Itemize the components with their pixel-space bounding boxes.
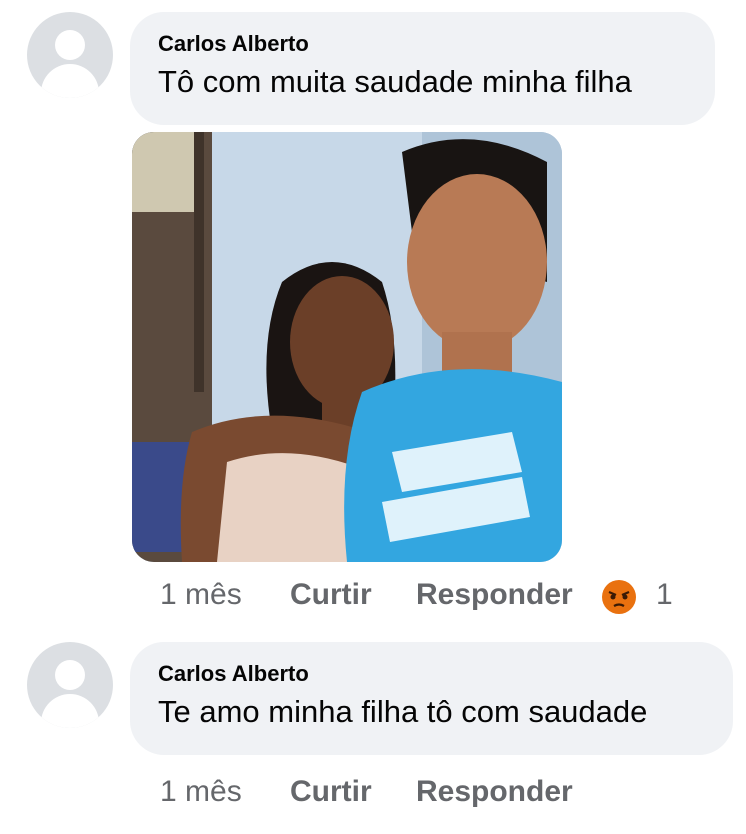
like-button[interactable]: Curtir	[290, 775, 372, 809]
comment-actions: 1 mês Curtir Responder	[160, 775, 720, 815]
comment-text: Tô com muita saudade minha filha	[158, 64, 632, 99]
photo-illustration	[132, 132, 562, 562]
angry-face-icon[interactable]	[602, 580, 636, 614]
avatar-body-shape	[41, 694, 99, 728]
avatar-head-shape	[55, 660, 85, 690]
avatar[interactable]	[27, 642, 113, 728]
comment-author[interactable]: Carlos Alberto	[158, 30, 687, 58]
reply-button[interactable]: Responder	[416, 578, 573, 612]
reaction-count[interactable]: 1	[656, 578, 673, 612]
comment-author[interactable]: Carlos Alberto	[158, 660, 705, 688]
comment-bubble: Carlos Alberto Tô com muita saudade minh…	[130, 12, 715, 125]
comment-actions: 1 mês Curtir Responder 1	[160, 578, 720, 618]
avatar-head-shape	[55, 30, 85, 60]
like-button[interactable]: Curtir	[290, 578, 372, 612]
comment-timestamp[interactable]: 1 mês	[160, 775, 242, 809]
reply-button[interactable]: Responder	[416, 775, 573, 809]
comment-bubble: Carlos Alberto Te amo minha filha tô com…	[130, 642, 733, 755]
comment-text: Te amo minha filha tô com saudade	[158, 694, 648, 729]
avatar[interactable]	[27, 12, 113, 98]
comment-timestamp[interactable]: 1 mês	[160, 578, 242, 612]
comment-photo[interactable]	[132, 132, 562, 562]
avatar-body-shape	[41, 64, 99, 98]
